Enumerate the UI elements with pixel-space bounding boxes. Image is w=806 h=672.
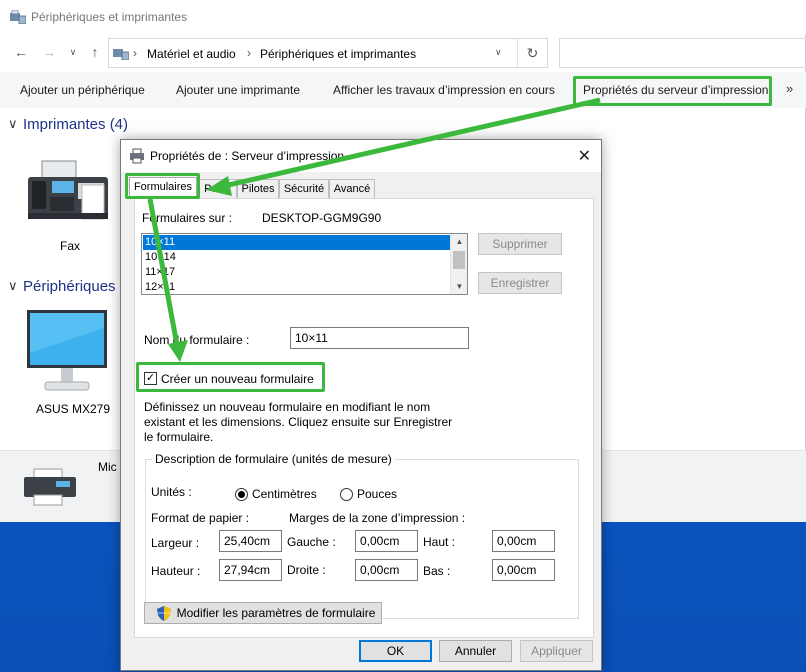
print-server-properties-dialog: Propriétés de : Serveur d’impression ✕ F… — [120, 139, 602, 671]
list-scrollbar[interactable]: ▲ ▼ — [450, 234, 467, 294]
search-input[interactable] — [559, 38, 806, 68]
device-label-fax[interactable]: Fax — [60, 239, 80, 253]
change-form-settings-button[interactable]: Modifier les paramètres de formulaire — [144, 602, 382, 624]
form-description-group: Description de formulaire (unités de mes… — [145, 452, 579, 619]
left-margin-input[interactable]: 0,00cm — [355, 530, 418, 552]
bottom-margin-label: Bas : — [423, 564, 451, 578]
right-margin-input[interactable]: 0,00cm — [355, 559, 418, 581]
tab-security[interactable]: Sécurité — [279, 179, 329, 198]
chevron-down-icon: ∨ — [8, 116, 18, 131]
back-icon[interactable]: ← — [12, 43, 30, 61]
address-dropdown-icon[interactable]: ∨ — [495, 47, 502, 58]
centimeters-label[interactable]: Centimètres — [252, 487, 317, 501]
title-bar: Périphériques et imprimantes — [0, 0, 806, 34]
top-margin-input[interactable]: 0,00cm — [492, 530, 555, 552]
group-header-devices[interactable]: ∨ Périphériques ( — [8, 278, 125, 295]
delete-button[interactable]: Supprimer — [478, 233, 562, 255]
tab-ports[interactable]: Ports — [197, 179, 237, 198]
units-label: Unités : — [151, 485, 192, 499]
inches-label[interactable]: Pouces — [357, 487, 397, 501]
description-line-2: existant et les dimensions. Cliquez ensu… — [144, 415, 453, 429]
monitor-icon[interactable] — [25, 308, 109, 396]
breadcrumb-hardware-sound[interactable]: Matériel et audio — [147, 47, 236, 61]
right-margin-label: Droite : — [287, 563, 326, 577]
add-device-button[interactable]: Ajouter un périphérique — [20, 83, 145, 97]
highlight-box-forms-tab — [125, 173, 200, 199]
top-margin-label: Haut : — [423, 535, 456, 549]
address-bar[interactable]: › Matériel et audio › Périphériques et i… — [108, 38, 548, 68]
left-margin-label: Gauche : — [287, 535, 336, 549]
tab-advanced[interactable]: Avancé — [329, 179, 375, 198]
change-form-settings-label: Modifier les paramètres de formulaire — [176, 606, 376, 620]
width-input[interactable]: 25,40cm — [219, 530, 282, 552]
refresh-icon[interactable]: ↻ — [517, 39, 547, 67]
height-label: Hauteur : — [151, 564, 201, 578]
uac-shield-icon — [157, 606, 171, 621]
printer-icon — [130, 148, 144, 164]
forms-listbox[interactable]: 10×11 10×14 11×17 12×11 ▲ ▼ — [141, 233, 468, 295]
form-name-input[interactable]: 10×11 — [290, 327, 469, 349]
recent-chevron-icon[interactable]: ∨ — [64, 43, 82, 61]
dialog-title: Propriétés de : Serveur d’impression — [150, 149, 345, 163]
save-button[interactable]: Enregistrer — [478, 272, 562, 294]
paper-format-label: Format de papier : — [151, 511, 250, 525]
add-printer-button[interactable]: Ajouter une imprimante — [176, 83, 300, 97]
list-item[interactable]: 10×11 — [143, 235, 450, 250]
view-print-jobs-button[interactable]: Afficher les travaux d’impression en cou… — [333, 83, 555, 97]
breadcrumb-devices-printers[interactable]: Périphériques et imprimantes — [260, 47, 416, 61]
scroll-up-icon[interactable]: ▲ — [451, 234, 467, 249]
fax-icon[interactable] — [22, 155, 112, 225]
group-title-devices: Périphériques ( — [23, 278, 125, 295]
more-commands-icon[interactable]: » — [786, 81, 793, 96]
height-input[interactable]: 27,94cm — [219, 559, 282, 581]
highlight-box-new-form — [136, 362, 325, 392]
device-label-monitor[interactable]: ASUS MX279 — [36, 402, 110, 416]
list-item[interactable]: 10×14 — [143, 250, 450, 265]
dialog-title-bar: Propriétés de : Serveur d’impression ✕ — [121, 140, 601, 172]
control-panel-icon — [113, 49, 129, 60]
radio-centimeters[interactable] — [235, 488, 248, 501]
breadcrumb-separator-icon: › — [133, 46, 137, 60]
group-header-printers[interactable]: ∨ Imprimantes (4) — [8, 116, 128, 133]
close-icon[interactable]: ✕ — [578, 146, 591, 166]
width-label: Largeur : — [151, 536, 200, 550]
window-title: Périphériques et imprimantes — [31, 10, 188, 24]
form-name-label: Nom du formulaire : — [144, 333, 250, 347]
forms-tab-panel: Formulaires sur : DESKTOP-GGM9G90 10×11 … — [134, 198, 594, 638]
devices-printers-icon — [10, 10, 26, 24]
breadcrumb-separator-icon: › — [247, 46, 251, 60]
group-title-printers: Imprimantes (4) — [23, 116, 129, 133]
description-line-1: Définissez un nouveau formulaire en modi… — [144, 400, 431, 414]
radio-inches[interactable] — [340, 488, 353, 501]
printer-icon — [24, 468, 76, 506]
chevron-down-icon: ∨ — [8, 278, 18, 293]
forms-on-label: Formulaires sur : — [142, 211, 233, 225]
cancel-button[interactable]: Annuler — [439, 640, 512, 662]
list-item[interactable]: 11×17 — [143, 265, 450, 280]
scroll-thumb[interactable] — [453, 251, 465, 269]
up-icon[interactable]: ↑ — [86, 43, 104, 61]
margins-label: Marges de la zone d’impression : — [289, 511, 466, 525]
group-title: Description de formulaire (unités de mes… — [152, 452, 395, 466]
description-line-3: le formulaire. — [144, 430, 214, 444]
list-item[interactable]: 12×11 — [143, 280, 450, 294]
forward-icon[interactable]: → — [40, 43, 58, 61]
bottom-margin-input[interactable]: 0,00cm — [492, 559, 555, 581]
highlight-box-server-properties — [573, 76, 772, 106]
address-row: ← → ∨ ↑ › Matériel et audio › Périphériq… — [0, 36, 806, 70]
apply-button[interactable]: Appliquer — [520, 640, 593, 662]
scroll-down-icon[interactable]: ▼ — [451, 279, 467, 294]
computer-name: DESKTOP-GGM9G90 — [262, 211, 382, 225]
ok-button[interactable]: OK — [359, 640, 432, 662]
device-label-partial: Mic — [98, 460, 117, 474]
tab-drivers[interactable]: Pilotes — [237, 179, 279, 198]
